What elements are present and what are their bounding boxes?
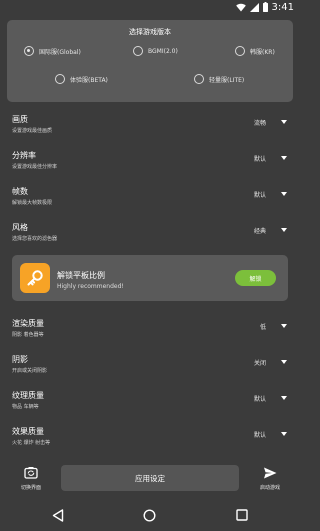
version-option-label: 体验服(BETA)	[70, 76, 108, 84]
version-option-label: 轻量服(LITE)	[209, 76, 245, 84]
back-icon[interactable]	[52, 509, 64, 522]
dropdown-arrow-icon[interactable]	[281, 396, 287, 400]
version-card: 选择游戏版本 国际服(Global) BGMI(2.0) 韩服(KR) 体验服(…	[7, 20, 293, 102]
setting-render-quality[interactable]: 渲染质量 阴影 着色器等 低	[12, 318, 292, 342]
setting-label: 分辨率	[12, 151, 36, 160]
setting-label: 帧数	[12, 187, 28, 196]
version-option-label: 韩服(KR)	[250, 48, 275, 56]
setting-value[interactable]: 关闭	[254, 358, 266, 367]
setting-value[interactable]: 默认	[254, 394, 266, 403]
setting-resolution[interactable]: 分辨率 设置游戏最佳分辨率 默认	[12, 150, 292, 174]
setting-quality[interactable]: 画质 设置游戏最佳画质 流畅	[12, 114, 292, 138]
setting-style[interactable]: 风格 选择您喜欢的滤色器 经典	[12, 222, 292, 246]
send-icon	[264, 467, 277, 479]
version-title: 选择游戏版本	[129, 28, 171, 36]
setting-label: 纹理质量	[12, 391, 44, 400]
switch-camera-icon	[24, 467, 38, 479]
setting-fps[interactable]: 帧数 解锁最大帧数极限 默认	[12, 186, 292, 210]
key-app-icon	[20, 263, 50, 293]
setting-description: 设置游戏最佳分辨率	[12, 164, 58, 170]
radio-icon[interactable]	[133, 46, 143, 56]
setting-value[interactable]: 流畅	[254, 118, 266, 127]
setting-texture-quality[interactable]: 纹理质量 物品 车辆等 默认	[12, 390, 292, 414]
radio-icon[interactable]	[55, 74, 65, 84]
radio-selected-icon[interactable]	[24, 46, 34, 56]
dropdown-arrow-icon[interactable]	[281, 120, 287, 124]
version-option-bgmi[interactable]: BGMI(2.0)	[133, 46, 178, 56]
version-option-global[interactable]: 国际服(Global)	[24, 46, 81, 56]
setting-label: 画质	[12, 115, 28, 124]
setting-label: 效果质量	[12, 427, 44, 436]
status-bar: 3:41	[0, 0, 300, 14]
battery-icon	[262, 2, 268, 12]
setting-description: 火花 爆炸 射击等	[12, 440, 51, 446]
version-option-kr[interactable]: 韩服(KR)	[235, 46, 275, 56]
dropdown-arrow-icon[interactable]	[281, 192, 287, 196]
setting-label: 阴影	[12, 355, 28, 364]
setting-value[interactable]: 低	[260, 322, 266, 331]
unlock-title: 解锁平板比例	[57, 271, 105, 280]
setting-value[interactable]: 默认	[254, 190, 266, 199]
wifi-icon	[235, 3, 246, 11]
dropdown-arrow-icon[interactable]	[281, 156, 287, 160]
setting-description: 阴影 着色器等	[12, 332, 44, 338]
setting-value[interactable]: 默认	[254, 154, 266, 163]
version-option-label: 国际服(Global)	[39, 48, 81, 56]
setting-description: 物品 车辆等	[12, 404, 39, 410]
setting-shadow[interactable]: 阴影 开启或关闭阴影 关闭	[12, 354, 292, 378]
dropdown-arrow-icon[interactable]	[281, 432, 287, 436]
setting-effects-quality[interactable]: 效果质量 火花 爆炸 射击等 默认	[12, 426, 292, 450]
radio-icon[interactable]	[235, 46, 245, 56]
navigation-bar	[0, 501, 300, 531]
dropdown-arrow-icon[interactable]	[281, 228, 287, 232]
version-option-label: BGMI(2.0)	[148, 47, 178, 55]
switch-interface-button[interactable]: 切换界面	[11, 462, 51, 494]
dropdown-arrow-icon[interactable]	[281, 360, 287, 364]
version-option-beta[interactable]: 体验服(BETA)	[55, 74, 108, 84]
setting-value[interactable]: 默认	[254, 430, 266, 439]
radio-icon[interactable]	[194, 74, 204, 84]
switch-interface-label: 切换界面	[20, 485, 41, 491]
status-time: 3:41	[271, 1, 294, 13]
apply-settings-button[interactable]: 应用设定	[61, 465, 239, 491]
bottom-action-bar: 切换界面 应用设定 启动游戏	[0, 462, 300, 494]
recents-icon[interactable]	[236, 509, 248, 521]
signal-icon	[249, 2, 259, 12]
setting-description: 解锁最大帧数极限	[12, 200, 53, 206]
setting-description: 设置游戏最佳画质	[12, 128, 53, 134]
setting-label: 风格	[12, 223, 28, 232]
unlock-button[interactable]: 解锁	[235, 270, 276, 286]
setting-description: 选择您喜欢的滤色器	[12, 236, 58, 242]
launch-game-button[interactable]: 启动游戏	[250, 462, 290, 494]
setting-value[interactable]: 经典	[254, 226, 266, 235]
home-icon[interactable]	[143, 509, 156, 522]
unlock-subtitle: Highly recommended!	[57, 283, 124, 290]
unlock-ratio-card: 解锁平板比例 Highly recommended! 解锁	[12, 255, 288, 301]
version-option-lite[interactable]: 轻量服(LITE)	[194, 74, 244, 84]
setting-label: 渲染质量	[12, 319, 44, 328]
setting-description: 开启或关闭阴影	[12, 368, 48, 374]
dropdown-arrow-icon[interactable]	[281, 324, 287, 328]
launch-game-label: 启动游戏	[259, 485, 280, 491]
